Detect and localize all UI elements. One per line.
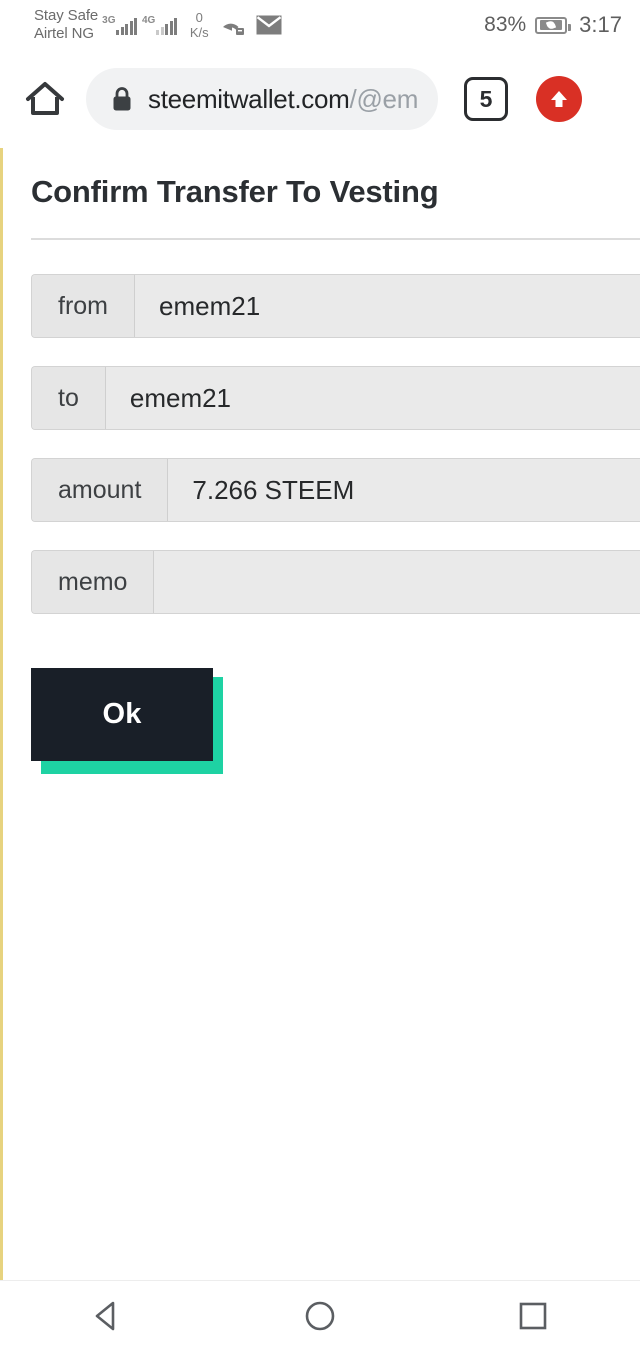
url-path: /@em [349, 83, 419, 114]
back-triangle-icon[interactable] [57, 1281, 157, 1351]
ok-button-wrapper: Ok [31, 668, 223, 774]
address-bar-url: steemitwallet.com/@em [148, 84, 418, 115]
home-icon[interactable] [20, 74, 70, 124]
field-value: emem21 [105, 367, 640, 429]
table-row: amount 7.266 STEEM [31, 458, 640, 522]
address-bar[interactable]: steemitwallet.com/@em [86, 68, 438, 130]
sim2-signal: 4G [142, 15, 179, 35]
field-label: to [32, 367, 106, 429]
field-value: 7.266 STEEM [168, 459, 640, 521]
page-title: Confirm Transfer To Vesting [31, 174, 439, 209]
recents-square-icon[interactable] [483, 1281, 583, 1351]
page-content: Confirm Transfer To Vesting from emem21 … [0, 148, 640, 1280]
carrier-line-2: Airtel NG [34, 25, 94, 42]
network-speed: 0 K/s [190, 10, 209, 40]
field-value: emem21 [135, 275, 640, 337]
url-host: steemitwallet.com [148, 83, 350, 114]
network-speed-unit: K/s [189, 25, 209, 40]
tab-count-label: 5 [479, 85, 493, 112]
carrier-info: Stay Safe Airtel NG [34, 7, 98, 43]
field-label: memo [32, 551, 155, 613]
battery-percent: 83% [484, 13, 527, 36]
field-label: from [32, 275, 135, 337]
table-row: to emem21 [31, 366, 640, 430]
mail-icon [256, 15, 282, 35]
signal-bars-icon [156, 15, 179, 35]
table-row: from emem21 [31, 274, 640, 338]
sim1-signal: 3G [102, 15, 139, 35]
tab-counter-button[interactable]: 5 [464, 77, 508, 121]
sim1-network-label: 3G [102, 15, 116, 26]
status-bar-clock: 3:17 [579, 12, 622, 37]
android-navigation-bar [0, 1280, 640, 1351]
network-speed-value: 0 [195, 10, 203, 25]
sim2-network-label: 4G [141, 15, 156, 26]
ok-button[interactable]: Ok [31, 668, 213, 761]
title-divider [31, 238, 640, 240]
status-bar: Stay Safe Airtel NG 3G 4G 0 K/s 83% 3:17 [0, 0, 640, 50]
home-circle-icon[interactable] [270, 1281, 370, 1351]
phone-screen: Stay Safe Airtel NG 3G 4G 0 K/s 83% 3:17… [0, 0, 640, 1351]
browser-toolbar: steemitwallet.com/@em 5 [0, 50, 640, 148]
field-label: amount [32, 459, 169, 521]
upload-arrow-icon[interactable] [536, 76, 582, 122]
field-value [154, 551, 640, 613]
signal-indicators: 3G 4G [102, 15, 182, 35]
transaction-details: from emem21 to emem21 amount 7.266 STEEM… [3, 274, 640, 614]
status-bar-left: Stay Safe Airtel NG 3G 4G 0 K/s [34, 7, 282, 43]
lock-icon [110, 85, 134, 113]
status-bar-right: 83% 3:17 [484, 0, 622, 50]
carrier-line-1: Stay Safe [34, 7, 99, 24]
missed-call-icon [220, 15, 245, 36]
battery-saver-icon [535, 16, 572, 34]
table-row: memo [31, 550, 640, 614]
signal-bars-icon [116, 15, 139, 35]
